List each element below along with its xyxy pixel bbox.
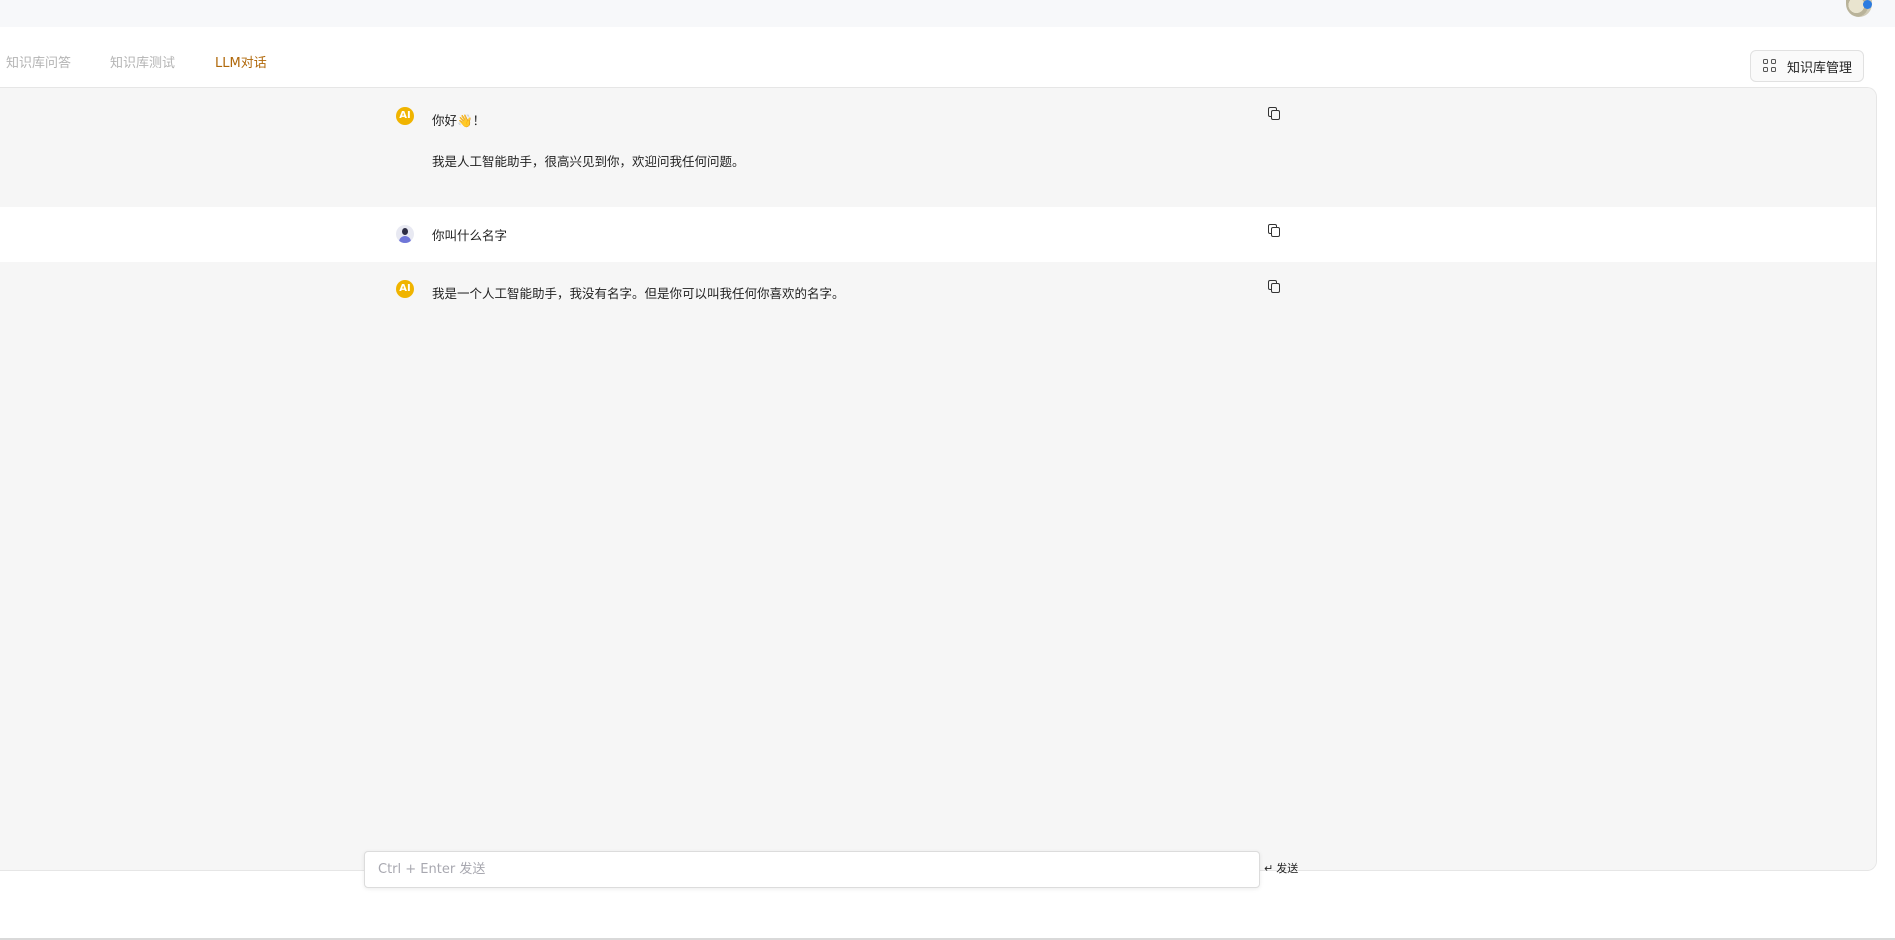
message-input[interactable] xyxy=(365,852,1259,887)
message-text: 我是一个人工智能助手，我没有名字。但是你可以叫我任何你喜欢的名字。 xyxy=(432,286,845,301)
copy-icon[interactable] xyxy=(1268,280,1281,294)
ai-avatar: AI xyxy=(396,107,414,125)
kb-manage-button[interactable]: 知识库管理 xyxy=(1750,50,1864,82)
send-button[interactable]: ↵ 发送 xyxy=(1264,860,1298,876)
kb-manage-label: 知识库管理 xyxy=(1787,60,1853,76)
copy-icon[interactable] xyxy=(1268,107,1281,121)
send-label: 发送 xyxy=(1276,862,1299,875)
message-text: 你好👋！ xyxy=(432,113,486,128)
top-bar xyxy=(0,0,1895,27)
message-ai: AI 你好👋！ 我是人工智能助手，很高兴见到你，欢迎问我任何问题。 xyxy=(0,88,1876,207)
ai-avatar: AI xyxy=(396,280,414,298)
copy-icon[interactable] xyxy=(1268,224,1281,238)
message-ai: AI 我是一个人工智能助手，我没有名字。但是你可以叫我任何你喜欢的名字。 xyxy=(0,262,1876,870)
avatar-status-dot xyxy=(1863,0,1872,9)
chat-panel: AI 你好👋！ 我是人工智能助手，很高兴见到你，欢迎问我任何问题。 你叫什么名字… xyxy=(0,87,1877,871)
tab-kb-qa[interactable]: 知识库问答 xyxy=(6,52,71,71)
message-text: 你叫什么名字 xyxy=(432,228,508,243)
tab-llm-chat[interactable]: LLM对话 xyxy=(215,52,267,71)
enter-icon: ↵ xyxy=(1264,861,1274,875)
message-user: 你叫什么名字 xyxy=(0,207,1876,262)
grid-icon xyxy=(1763,59,1777,73)
message-input-box[interactable] xyxy=(364,851,1260,888)
tab-kb-test[interactable]: 知识库测试 xyxy=(110,52,175,71)
user-message-avatar xyxy=(396,225,414,243)
message-text: 我是人工智能助手，很高兴见到你，欢迎问我任何问题。 xyxy=(432,154,745,169)
user-avatar[interactable] xyxy=(1846,0,1872,17)
